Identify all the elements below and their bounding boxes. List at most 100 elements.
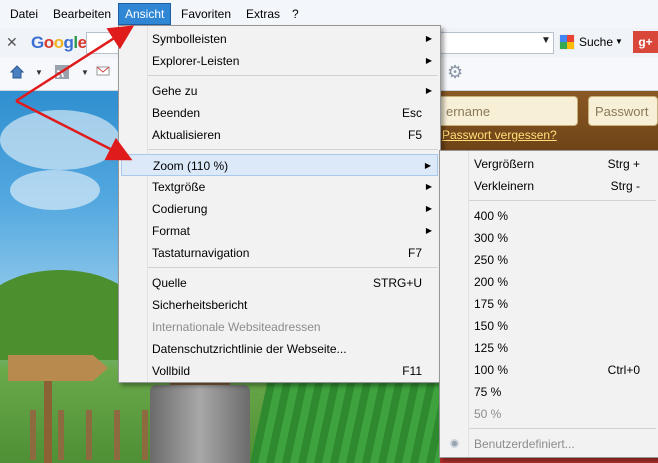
menu-item-label: Gehe zu <box>152 84 198 98</box>
zoom-menu-item-75[interactable]: 75 % <box>442 381 656 403</box>
fence-decoration <box>30 410 150 460</box>
zoom-menu-item-150[interactable]: 150 % <box>442 315 656 337</box>
close-icon[interactable]: ✕ <box>6 34 18 51</box>
menu-item-shortcut: F7 <box>407 246 422 260</box>
menu-item-shortcut: Esc <box>401 106 422 120</box>
menu-item-shortcut: F11 <box>402 364 422 378</box>
menu-item-label: 200 % <box>474 275 509 289</box>
view-menu-item-explorer-leisten[interactable]: Explorer-Leisten ▶ <box>121 50 438 72</box>
zoom-menu-item-50: 50 % <box>442 403 656 425</box>
menu-item-label: Beenden <box>152 106 201 120</box>
zoom-menu-item-200[interactable]: 200 % <box>442 271 656 293</box>
zoom-menu-item-300[interactable]: 300 % <box>442 227 656 249</box>
view-menu-item-codierung[interactable]: Codierung ▶ <box>121 198 438 220</box>
mail-icon[interactable] <box>96 64 110 81</box>
menu-item-label: Aktualisieren <box>152 128 221 142</box>
google-g-icon <box>559 34 575 50</box>
view-menu-item-beenden[interactable]: Beenden Esc <box>121 102 438 124</box>
menu-item-shortcut: Strg - <box>610 179 640 193</box>
tower-decoration <box>150 385 250 463</box>
submenu-arrow-icon: ▶ <box>425 34 432 43</box>
menu-item-label: Datenschutzrichtlinie der Webseite... <box>152 342 347 356</box>
menu-ansicht[interactable]: Ansicht <box>118 3 172 25</box>
view-menu-item-datenschutzrichtlinie-der-webseite[interactable]: Datenschutzrichtlinie der Webseite... <box>121 338 438 360</box>
view-menu-item-tastaturnavigation[interactable]: Tastaturnavigation F7 <box>121 242 438 264</box>
gear-icon[interactable]: ⚙ <box>447 62 463 83</box>
chevron-down-icon[interactable]: ▼ <box>541 35 551 46</box>
zoom-menu-item-250[interactable]: 250 % <box>442 249 656 271</box>
forgot-password-link[interactable]: Passwort vergessen? <box>442 128 557 142</box>
password-input[interactable]: Passwort <box>588 96 658 126</box>
submenu-arrow-icon: ▶ <box>425 182 432 191</box>
menu-item-label: Verkleinern <box>474 179 535 193</box>
menu-favoriten[interactable]: Favoriten <box>175 4 237 24</box>
view-menu-item-internationale-websiteadressen: Internationale Websiteadressen <box>121 316 438 338</box>
menu-item-shortcut: F5 <box>407 128 422 142</box>
chevron-down-icon[interactable]: ▼ <box>615 37 623 46</box>
chevron-down-icon[interactable]: ▼ <box>81 68 89 77</box>
menu-item-shortcut: Ctrl+0 <box>607 363 640 377</box>
menu-item-label: Vergrößern <box>474 157 535 171</box>
menu-datei[interactable]: Datei <box>4 4 44 24</box>
menu-item-label: 75 % <box>474 385 502 399</box>
menu-item-label: Sicherheitsbericht <box>152 298 248 312</box>
view-menu-item-format[interactable]: Format ▶ <box>121 220 438 242</box>
submenu-arrow-icon: ▶ <box>424 161 431 170</box>
home-icon[interactable] <box>9 64 25 83</box>
submenu-arrow-icon: ▶ <box>425 226 432 235</box>
menu-item-label: 175 % <box>474 297 509 311</box>
menu-item-label: 100 % <box>474 363 509 377</box>
zoom-submenu: Vergrößern Strg + Verkleinern Strg - 400 % 30… <box>439 150 658 458</box>
zoom-menu-item-vergrößern[interactable]: Vergrößern Strg + <box>442 153 656 175</box>
menu-item-label: Quelle <box>152 276 187 290</box>
menu-item-label: Explorer-Leisten <box>152 54 240 68</box>
google-plus-button[interactable]: g+ <box>633 31 658 53</box>
view-menu-item-textgröße[interactable]: Textgröße ▶ <box>121 176 438 198</box>
view-menu-item-aktualisieren[interactable]: Aktualisieren F5 <box>121 124 438 146</box>
radio-icon <box>450 439 459 448</box>
search-button[interactable]: Suche <box>579 35 613 49</box>
view-menu-item-vollbild[interactable]: Vollbild F11 <box>121 360 438 382</box>
menu-item-label: 125 % <box>474 341 509 355</box>
username-input[interactable]: ername <box>440 96 578 126</box>
chevron-down-icon[interactable]: ▼ <box>35 68 43 77</box>
menu-item-label: 300 % <box>474 231 509 245</box>
menu-item-label: Vollbild <box>152 364 191 378</box>
menu-item-label: Textgröße <box>152 180 206 194</box>
menu-extras[interactable]: Extras <box>240 4 286 24</box>
menu-item-label: Format <box>152 224 191 238</box>
menu-item-shortcut: STRG+U <box>372 276 422 290</box>
zoom-menu-item-100[interactable]: 100 % Ctrl+0 <box>442 359 656 381</box>
menu-item-label: 400 % <box>474 209 509 223</box>
view-menu-item-zoom-110[interactable]: Zoom (110 %) ▶ <box>121 154 438 176</box>
submenu-arrow-icon: ▶ <box>425 56 432 65</box>
menu-item-label: 50 % <box>474 407 502 421</box>
submenu-arrow-icon: ▶ <box>425 204 432 213</box>
zoom-menu-item-175[interactable]: 175 % <box>442 293 656 315</box>
menu-item-label: Benutzerdefiniert... <box>474 437 575 451</box>
menu-item-label: Symbolleisten <box>152 32 227 46</box>
zoom-menu-item-verkleinern[interactable]: Verkleinern Strg - <box>442 175 656 197</box>
zoom-menu-item-400[interactable]: 400 % <box>442 205 656 227</box>
menu-item-label: Zoom (110 %) <box>153 159 229 173</box>
rss-feed-icon[interactable] <box>54 64 70 83</box>
menu-separator <box>469 428 656 429</box>
menu-item-label: Internationale Websiteadressen <box>152 320 321 334</box>
signpost <box>8 355 108 381</box>
menu-item-label: 250 % <box>474 253 509 267</box>
menu-bearbeiten[interactable]: Bearbeiten <box>47 4 117 24</box>
zoom-menu-item-125[interactable]: 125 % <box>442 337 656 359</box>
menu-item-label: 150 % <box>474 319 509 333</box>
menu-separator <box>148 75 438 76</box>
view-menu-item-symbolleisten[interactable]: Symbolleisten ▶ <box>121 28 438 50</box>
view-menu-item-sicherheitsbericht[interactable]: Sicherheitsbericht <box>121 294 438 316</box>
view-menu-item-gehe-zu[interactable]: Gehe zu ▶ <box>121 80 438 102</box>
menu-separator <box>148 149 438 150</box>
view-menu: Symbolleisten ▶ Explorer-Leisten ▶ Gehe zu ▶ B… <box>118 25 441 383</box>
submenu-arrow-icon: ▶ <box>425 86 432 95</box>
view-menu-item-quelle[interactable]: Quelle STRG+U <box>121 272 438 294</box>
google-logo: Google <box>31 33 87 52</box>
menu-help[interactable]: ? <box>286 4 305 24</box>
cloud-decoration <box>10 170 100 210</box>
cloud-decoration <box>0 110 120 170</box>
